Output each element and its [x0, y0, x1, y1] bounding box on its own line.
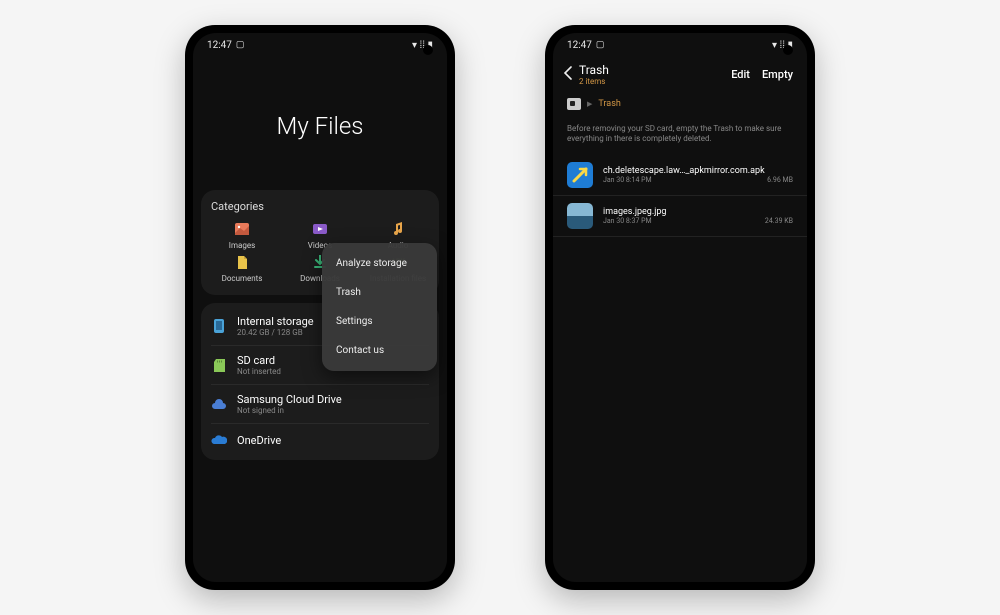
breadcrumb-separator: ▶: [587, 100, 592, 108]
page-title: My Files: [193, 57, 447, 190]
category-label: Documents: [222, 274, 263, 283]
overflow-menu: Analyze storage Trash Settings Contact u…: [322, 243, 437, 371]
storage-sub: Not signed in: [237, 406, 429, 415]
screen-my-files: 12:47 ▢ ▾ ⁞⁞ ▮ My Files Categories Image…: [193, 33, 447, 582]
menu-settings[interactable]: Settings: [322, 307, 437, 336]
back-button[interactable]: [563, 66, 579, 84]
image-file-icon: [567, 203, 593, 229]
file-row[interactable]: ch.deletescape.law…_apkmirror.com.apk Ja…: [553, 155, 807, 196]
phone-frame-2: 12:47 ▢ ▾ ⁞⁞ ▮ Trash 2 items Edit Empty …: [545, 25, 815, 590]
file-row[interactable]: images.jpeg.jpg Jan 30 8:37 PM 24.39 KB: [553, 196, 807, 237]
file-name: ch.deletescape.law…_apkmirror.com.apk: [603, 166, 793, 176]
screen-trash: 12:47 ▢ ▾ ⁞⁞ ▮ Trash 2 items Edit Empty …: [553, 33, 807, 582]
empty-button[interactable]: Empty: [762, 68, 793, 81]
file-name: images.jpeg.jpg: [603, 207, 793, 217]
video-icon: [312, 221, 328, 237]
cloud-icon: [211, 396, 227, 412]
phone-frame-1: 12:47 ▢ ▾ ⁞⁞ ▮ My Files Categories Image…: [185, 25, 455, 590]
storage-samsung-cloud[interactable]: Samsung Cloud Drive Not signed in: [211, 385, 429, 424]
category-label: Images: [229, 241, 255, 250]
file-date: Jan 30 8:37 PM: [603, 217, 652, 225]
storage-onedrive[interactable]: OneDrive: [211, 424, 429, 456]
file-size: 24.39 KB: [765, 217, 793, 225]
home-icon[interactable]: [567, 98, 581, 110]
breadcrumb-current: Trash: [598, 99, 620, 109]
storage-name: Samsung Cloud Drive: [237, 393, 429, 406]
image-icon: [234, 221, 250, 237]
document-icon: [234, 254, 250, 270]
status-bar: 12:47 ▢ ▾ ⁞⁞ ▮: [193, 33, 447, 57]
camera-hole: [423, 45, 433, 55]
camera-hole: [783, 45, 793, 55]
trash-header: Trash 2 items Edit Empty: [553, 57, 807, 94]
status-bar: 12:47 ▢ ▾ ⁞⁞ ▮: [553, 33, 807, 57]
onedrive-icon: [211, 432, 227, 448]
category-images[interactable]: Images: [205, 221, 279, 250]
notification-icon: ▢: [596, 40, 605, 50]
sd-card-icon: [211, 357, 227, 373]
storage-name: OneDrive: [237, 434, 429, 447]
file-size: 6.96 MB: [767, 176, 793, 184]
file-date: Jan 30 8:14 PM: [603, 176, 652, 184]
menu-trash[interactable]: Trash: [322, 278, 437, 307]
apk-file-icon: [567, 162, 593, 188]
category-documents[interactable]: Documents: [205, 254, 279, 283]
notification-icon: ▢: [236, 40, 245, 50]
categories-header: Categories: [205, 200, 435, 217]
phone-icon: [211, 318, 227, 334]
clock: 12:47: [207, 40, 232, 51]
menu-contact-us[interactable]: Contact us: [322, 336, 437, 365]
edit-button[interactable]: Edit: [731, 68, 750, 81]
menu-analyze-storage[interactable]: Analyze storage: [322, 249, 437, 278]
breadcrumb: ▶ Trash: [553, 94, 807, 118]
item-count: 2 items: [579, 77, 731, 86]
audio-icon: [390, 221, 406, 237]
clock: 12:47: [567, 40, 592, 51]
trash-info-text: Before removing your SD card, empty the …: [553, 118, 807, 155]
page-title: Trash: [579, 63, 731, 77]
